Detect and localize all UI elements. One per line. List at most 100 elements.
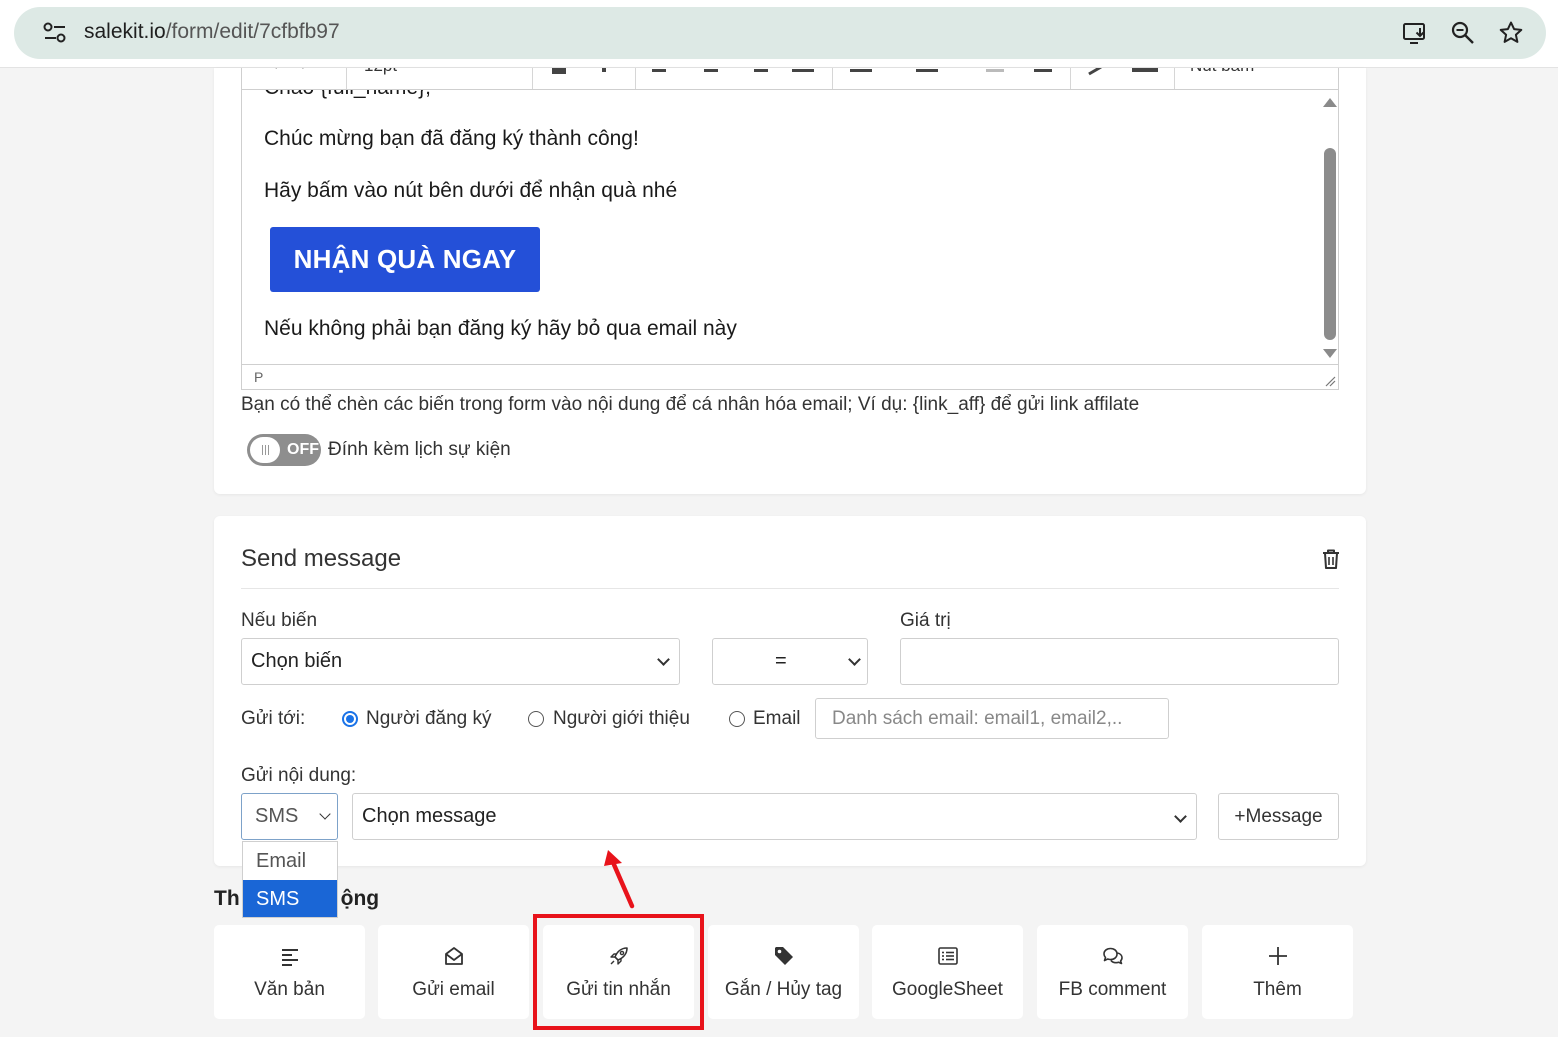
font-size-select[interactable]: 12pt <box>364 68 397 76</box>
email-content-card: ↶ ↷ 12pt Nút bấm Chào {full_name}, Chúc <box>214 68 1366 494</box>
scroll-down-arrow-icon[interactable] <box>1323 349 1337 358</box>
address-bar[interactable]: salekit.io/form/edit/7cfbfb97 <box>14 7 1546 59</box>
send-message-card: Send message Nếu biến Chọn biến = Giá tr… <box>214 516 1366 866</box>
envelope-open-icon <box>444 947 463 965</box>
resize-handle-icon[interactable] <box>1324 375 1336 387</box>
section-title: Send message <box>241 545 402 572</box>
cta-button[interactable]: NHẬN QUÀ NGAY <box>270 227 540 292</box>
divider <box>241 588 1339 589</box>
image-icon[interactable] <box>1132 68 1158 72</box>
actions-title-start: Th <box>214 887 240 910</box>
tag-icon <box>774 947 793 965</box>
align-right-icon[interactable] <box>754 69 768 72</box>
variables-hint: Bạn có thể chèn các biến trong form vào … <box>241 394 1140 415</box>
action-text-tile[interactable]: Văn bản <box>214 925 365 1019</box>
toggle-state: OFF <box>287 441 319 458</box>
attach-event-label: Đính kèm lịch sự kiện <box>328 439 511 460</box>
chevron-down-icon <box>1174 810 1187 823</box>
action-more-tile[interactable]: Thêm <box>1202 925 1353 1019</box>
bookmark-star-icon[interactable] <box>1498 20 1524 46</box>
align-left-icon <box>281 949 298 966</box>
channel-dropdown-list[interactable]: Email SMS <box>242 841 338 918</box>
site-settings-icon[interactable] <box>42 21 68 45</box>
italic-icon[interactable] <box>602 68 606 72</box>
undo-icon[interactable]: ↶ ↷ <box>272 68 307 77</box>
action-label: Gửi email <box>412 979 495 1000</box>
channel-select-value: SMS <box>255 805 299 827</box>
email-list-input[interactable]: Danh sách email: email1, email2,.. <box>815 698 1169 739</box>
attach-event-toggle[interactable]: OFF <box>247 434 321 466</box>
chevron-down-icon <box>848 653 861 666</box>
message-select[interactable]: Chọn message <box>352 793 1197 840</box>
action-label: Văn bản <box>254 979 325 1000</box>
editor-status-bar: P <box>242 364 1338 389</box>
insert-button-tool[interactable]: Nút bấm <box>1190 68 1254 76</box>
radio-email[interactable] <box>729 711 745 727</box>
greeting-line: Chào {full_name}, <box>264 90 431 100</box>
element-path[interactable]: P <box>254 369 263 385</box>
bullet-list-icon[interactable] <box>850 69 872 72</box>
scroll-up-arrow-icon[interactable] <box>1323 98 1337 107</box>
channel-select[interactable]: SMS <box>241 793 338 840</box>
variable-label: Nếu biến <box>241 610 318 631</box>
operator-select-value: = <box>775 650 787 672</box>
rich-text-editor[interactable]: ↶ ↷ 12pt Nút bấm Chào {full_name}, Chúc <box>241 68 1339 390</box>
numbered-list-icon[interactable] <box>916 69 938 72</box>
send-to-label: Gửi tới: <box>241 708 306 729</box>
red-arrow-annotation-icon <box>604 850 635 909</box>
highlight-annotation-box <box>533 914 704 1030</box>
align-center-icon[interactable] <box>704 69 718 72</box>
congrats-line: Chúc mừng bạn đã đăng ký thành công! <box>264 127 639 150</box>
radio-referrer[interactable] <box>528 711 544 727</box>
chevron-down-icon <box>319 808 331 820</box>
comments-icon <box>1102 947 1123 965</box>
zoom-icon[interactable] <box>1450 20 1476 46</box>
install-app-icon[interactable] <box>1402 20 1428 46</box>
message-select-value: Chọn message <box>362 805 497 827</box>
add-message-button[interactable]: +Message <box>1218 793 1339 840</box>
link-icon[interactable] <box>1088 68 1102 76</box>
email-list-placeholder: Danh sách email: email1, email2,.. <box>832 708 1123 729</box>
value-input[interactable] <box>900 638 1339 685</box>
radio-registrant-label[interactable]: Người đăng ký <box>366 708 492 730</box>
bold-icon[interactable] <box>552 68 566 74</box>
actions-title-end: ộng <box>340 887 380 910</box>
content-label: Gửi nội dung: <box>241 765 357 786</box>
action-googlesheet-tile[interactable]: GoogleSheet <box>872 925 1023 1019</box>
sheet-list-icon <box>937 947 958 965</box>
scroll-thumb[interactable] <box>1324 148 1336 340</box>
plus-icon <box>1268 947 1287 965</box>
value-label: Giá trị <box>900 610 951 631</box>
align-justify-icon[interactable] <box>792 69 814 72</box>
outdent-icon[interactable] <box>986 69 1004 72</box>
toggle-knob <box>250 437 280 463</box>
action-email-tile[interactable]: Gửi email <box>378 925 529 1019</box>
radio-email-label[interactable]: Email <box>753 708 801 730</box>
editor-content[interactable]: Chào {full_name}, Chúc mừng bạn đã đăng … <box>242 90 1322 364</box>
variable-select[interactable]: Chọn biến <box>241 638 680 685</box>
editor-scrollbar[interactable] <box>1320 90 1338 364</box>
instruction-line: Hãy bấm vào nút bên dưới để nhận quà nhé <box>264 179 678 202</box>
channel-option-email[interactable]: Email <box>243 842 337 879</box>
action-label: FB comment <box>1058 979 1167 1000</box>
radio-referrer-label[interactable]: Người giới thiệu <box>553 708 690 730</box>
align-left-icon[interactable] <box>652 69 666 72</box>
editor-toolbar: ↶ ↷ 12pt Nút bấm <box>242 68 1338 90</box>
indent-icon[interactable] <box>1034 69 1052 72</box>
operator-select[interactable]: = <box>712 638 868 685</box>
action-label: Gắn / Hủy tag <box>724 979 843 1000</box>
channel-option-sms[interactable]: SMS <box>243 880 337 917</box>
variable-select-value: Chọn biến <box>251 650 343 672</box>
radio-registrant[interactable] <box>342 711 358 727</box>
ignore-line: Nếu không phải bạn đăng ký hãy bỏ qua em… <box>264 317 737 340</box>
chevron-down-icon <box>657 653 670 666</box>
url-text[interactable]: salekit.io/form/edit/7cfbfb97 <box>84 20 340 44</box>
action-label: GoogleSheet <box>892 979 1003 1000</box>
action-tag-tile[interactable]: Gắn / Hủy tag <box>708 925 859 1019</box>
action-label: Thêm <box>1253 979 1302 1000</box>
trash-icon[interactable] <box>1321 548 1341 570</box>
action-fb-comment-tile[interactable]: FB comment <box>1037 925 1188 1019</box>
browser-toolbar: salekit.io/form/edit/7cfbfb97 <box>0 0 1558 68</box>
url-domain: salekit.io <box>84 20 166 43</box>
url-path: /form/edit/7cfbfb97 <box>165 20 340 43</box>
